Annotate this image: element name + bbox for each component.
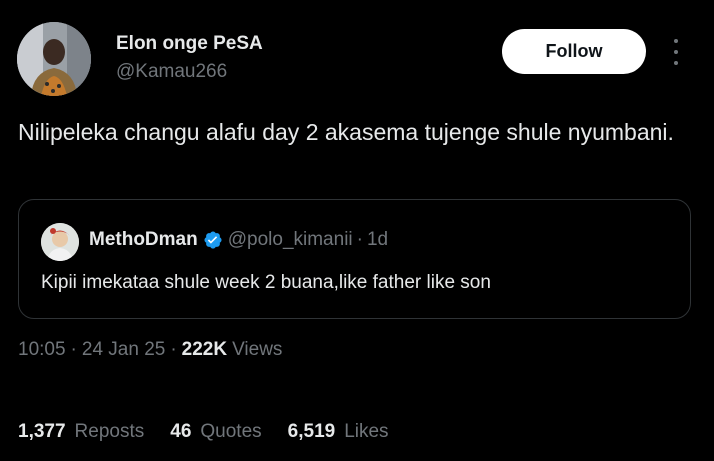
quoted-tweet-card[interactable]: MethoDman @polo_kimanii · 1d Kipii imeka… (18, 199, 691, 319)
views-label: Views (232, 339, 283, 360)
quotes-count: 46 (170, 421, 192, 442)
author-handle[interactable]: @Kamau266 (116, 61, 227, 83)
author-display-name[interactable]: Elon onge PeSA (116, 33, 263, 55)
separator-dot: · (170, 339, 177, 360)
more-vertical-icon[interactable] (666, 37, 686, 67)
reposts-label: Reposts (74, 421, 145, 442)
likes-label: Likes (344, 421, 389, 442)
divider (18, 391, 696, 392)
tweet-meta: 10:05 · 24 Jan 25 · 222K Views (18, 339, 282, 361)
engagement-stats: 1,377 Reposts 46 Quotes 6,519 Likes (18, 421, 415, 443)
more-dot (674, 61, 678, 65)
quotes-label: Quotes (200, 421, 262, 442)
quoted-tweet-text: Kipii imekataa shule week 2 buana,like f… (41, 272, 491, 293)
more-dot (674, 39, 678, 43)
reposts-stat[interactable]: 1,377 Reposts (18, 421, 144, 443)
tweet-time[interactable]: 10:05 (18, 339, 66, 361)
follow-button[interactable]: Follow (502, 29, 646, 74)
quoted-author-handle[interactable]: @polo_kimanii (228, 229, 353, 251)
quoted-tweet-header: MethoDman @polo_kimanii · 1d (89, 229, 388, 251)
more-dot (674, 50, 678, 54)
tweet-text: Nilipeleka changu alafu day 2 akasema tu… (18, 119, 674, 145)
author-avatar[interactable] (17, 22, 91, 96)
quoted-author-name[interactable]: MethoDman (89, 229, 198, 251)
quoted-tweet-time[interactable]: 1d (367, 229, 388, 251)
separator-dot: · (70, 339, 77, 360)
reposts-count: 1,377 (18, 421, 66, 442)
likes-stat[interactable]: 6,519 Likes (288, 421, 389, 443)
verified-badge-icon (203, 230, 223, 250)
likes-count: 6,519 (287, 421, 336, 442)
views-count: 222K (181, 339, 228, 360)
separator-dot: · (356, 229, 363, 250)
quoted-author-avatar[interactable] (41, 223, 79, 261)
tweet-date[interactable]: 24 Jan 25 (82, 339, 165, 361)
quotes-stat[interactable]: 46 Quotes (170, 421, 261, 443)
